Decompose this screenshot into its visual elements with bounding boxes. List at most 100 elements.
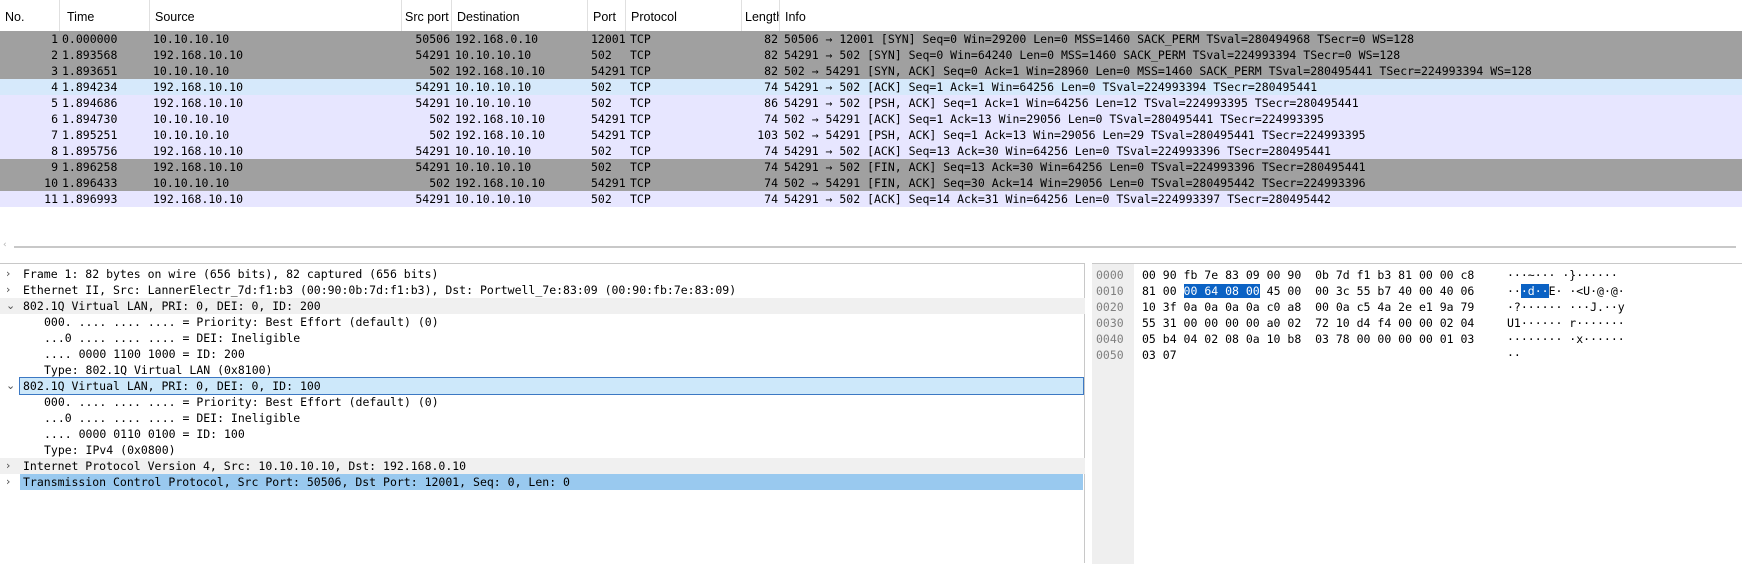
tree-item[interactable]: 000. .... .... .... = Priority: Best Eff… xyxy=(0,314,1085,330)
cell-time: 0.000000 xyxy=(62,32,118,46)
cell-destination: 10.10.10.10 xyxy=(455,80,532,94)
packet-row[interactable]: 4 1.894234 192.168.10.10 54291 10.10.10.10 50… xyxy=(0,79,1742,95)
tree-item[interactable]: ...0 .... .... .... = DEI: Ineligible xyxy=(0,330,1085,346)
cell-src-port: 54291 xyxy=(415,160,450,174)
packet-row[interactable]: 3 1.893651 10.10.10.10 502 192.168.10.10 5429… xyxy=(0,63,1742,79)
cell-source: 10.10.10.10 xyxy=(153,64,230,78)
tree-item[interactable]: › Ethernet II, Src: LannerElectr_7d:f1:b3… xyxy=(0,282,1085,298)
cell-time: 1.893568 xyxy=(62,48,118,62)
cell-time: 1.893651 xyxy=(62,64,118,78)
cell-length: 74 xyxy=(764,144,778,158)
tree-item[interactable]: › Frame 1: 82 bytes on wire (656 bits), 8… xyxy=(0,266,1085,282)
cell-no: 6 xyxy=(51,112,58,126)
col-header-info[interactable]: Info xyxy=(780,0,1742,31)
hex-bytes[interactable]: 03 07 xyxy=(1142,347,1177,363)
tree-item[interactable]: .... 0000 1100 1000 = ID: 200 xyxy=(0,346,1085,362)
packet-row[interactable]: 11 1.896993 192.168.10.10 54291 10.10.10.10 5… xyxy=(0,191,1742,207)
chevron-right-icon[interactable]: › xyxy=(6,266,18,282)
tree-item-label: 802.1Q Virtual LAN, PRI: 0, DEI: 0, ID: … xyxy=(23,299,321,313)
col-header-source[interactable]: Source xyxy=(150,0,402,31)
scroll-left-icon[interactable]: ‹ xyxy=(3,240,7,250)
col-header-no[interactable]: No. xyxy=(0,0,60,31)
tree-item[interactable]: ⌄ 802.1Q Virtual LAN, PRI: 0, DEI: 0, ID:… xyxy=(6,377,1084,395)
scroll-track[interactable] xyxy=(14,246,1736,248)
cell-protocol: TCP xyxy=(630,96,651,110)
bytes-line: 0040 05 b4 04 02 08 0a 10 b8 03 78 00 00 … xyxy=(1092,331,1742,347)
packet-row[interactable]: 8 1.895756 192.168.10.10 54291 10.10.10.10 50… xyxy=(0,143,1742,159)
tree-item-label: ...0 .... .... .... = DEI: Ineligible xyxy=(44,411,301,425)
cell-length: 74 xyxy=(764,160,778,174)
cell-time: 1.894234 xyxy=(62,80,118,94)
tree-item[interactable]: ...0 .... .... .... = DEI: Ineligible xyxy=(0,410,1085,426)
col-header-destination[interactable]: Destination xyxy=(452,0,588,31)
tree-item[interactable]: 000. .... .... .... = Priority: Best Eff… xyxy=(0,394,1085,410)
packet-row[interactable]: 2 1.893568 192.168.10.10 54291 10.10.10.10 50… xyxy=(0,47,1742,63)
ascii-bytes[interactable]: ·· xyxy=(1507,347,1521,363)
ascii-bytes[interactable]: ·?······ ···J.··y xyxy=(1507,299,1625,315)
cell-protocol: TCP xyxy=(630,112,651,126)
tree-item[interactable]: .... 0000 0110 0100 = ID: 100 xyxy=(0,426,1085,442)
ascii-text: E· ·<U·@·@· xyxy=(1548,284,1625,298)
packet-details-tree: › Frame 1: 82 bytes on wire (656 bits), 8… xyxy=(0,263,1085,563)
tree-item[interactable]: › Internet Protocol Version 4, Src: 10.10… xyxy=(0,458,1085,474)
cell-source: 10.10.10.10 xyxy=(153,112,230,126)
cell-length: 74 xyxy=(764,112,778,126)
packet-row[interactable]: 7 1.895251 10.10.10.10 502 192.168.10.10 5429… xyxy=(0,127,1742,143)
col-header-protocol[interactable]: Protocol xyxy=(626,0,742,31)
packet-row[interactable]: 10 1.896433 10.10.10.10 502 192.168.10.10 542… xyxy=(0,175,1742,191)
hex-bytes[interactable]: 55 31 00 00 00 00 a0 02 72 10 d4 f4 00 0… xyxy=(1142,315,1474,331)
ascii-highlight[interactable]: ·d·· xyxy=(1520,284,1549,298)
packet-row[interactable]: 6 1.894730 10.10.10.10 502 192.168.10.10 5429… xyxy=(0,111,1742,127)
ascii-bytes[interactable]: ···~··· ·}······ xyxy=(1507,267,1618,283)
ascii-bytes[interactable]: U1······ r······· xyxy=(1507,315,1625,331)
cell-source: 192.168.10.10 xyxy=(153,192,244,206)
hex-highlight[interactable]: 00 64 08 00 xyxy=(1183,284,1260,298)
hex-text: 81 00 xyxy=(1142,284,1184,298)
cell-port: 502 xyxy=(591,192,612,206)
tree-item-label: Transmission Control Protocol, Src Port:… xyxy=(23,475,570,489)
cell-length: 86 xyxy=(764,96,778,110)
hex-bytes[interactable]: 00 90 fb 7e 83 09 00 90 0b 7d f1 b3 81 0… xyxy=(1142,267,1474,283)
cell-protocol: TCP xyxy=(630,128,651,142)
hex-bytes[interactable]: 10 3f 0a 0a 0a 0a c0 a8 00 0a c5 4a 2e e… xyxy=(1142,299,1474,315)
col-header-port[interactable]: Port xyxy=(588,0,626,31)
tree-item[interactable]: Type: IPv4 (0x0800) xyxy=(0,442,1085,458)
hex-bytes[interactable]: 05 b4 04 02 08 0a 10 b8 03 78 00 00 00 0… xyxy=(1142,331,1474,347)
hex-bytes[interactable]: 81 00 00 64 08 00 45 00 00 3c 55 b7 40 0… xyxy=(1142,283,1474,299)
chevron-down-icon[interactable]: ⌄ xyxy=(6,298,18,314)
packet-row[interactable]: 1 0.000000 10.10.10.10 50506 192.168.0.10 120… xyxy=(0,31,1742,47)
chevron-right-icon[interactable]: › xyxy=(6,474,18,490)
packet-row[interactable]: 9 1.896258 192.168.10.10 54291 10.10.10.10 50… xyxy=(0,159,1742,175)
cell-source: 10.10.10.10 xyxy=(153,32,230,46)
horizontal-scrollbar[interactable]: ‹ xyxy=(0,240,1742,254)
cell-time: 1.895251 xyxy=(62,128,118,142)
cell-info: 502 → 54291 [ACK] Seq=1 Ack=13 Win=29056… xyxy=(784,112,1325,126)
byte-offset: 0010 xyxy=(1096,284,1124,298)
chevron-right-icon[interactable]: › xyxy=(6,458,18,474)
packet-row[interactable]: 5 1.894686 192.168.10.10 54291 10.10.10.10 50… xyxy=(0,95,1742,111)
hex-text: 00 90 fb 7e 83 09 00 90 0b 7d f1 b3 81 0… xyxy=(1142,268,1475,282)
tree-item[interactable]: Type: 802.1Q Virtual LAN (0x8100) xyxy=(0,362,1085,378)
cell-info: 54291 → 502 [ACK] Seq=14 Ack=31 Win=6425… xyxy=(784,192,1331,206)
tree-item[interactable]: ⌄ 802.1Q Virtual LAN, PRI: 0, DEI: 0, ID:… xyxy=(0,298,1085,314)
col-header-time[interactable]: Time xyxy=(62,0,150,31)
cell-source: 192.168.10.10 xyxy=(153,48,244,62)
pane-splitter[interactable] xyxy=(1085,263,1092,563)
cell-protocol: TCP xyxy=(630,144,651,158)
col-header-length[interactable]: Length xyxy=(740,0,780,31)
cell-protocol: TCP xyxy=(630,48,651,62)
tree-item-label: Type: 802.1Q Virtual LAN (0x8100) xyxy=(44,363,273,377)
cell-info: 502 → 54291 [PSH, ACK] Seq=1 Ack=13 Win=… xyxy=(784,128,1366,142)
tree-item[interactable]: › Transmission Control Protocol, Src Port… xyxy=(6,474,1083,490)
hex-text: 03 07 xyxy=(1142,348,1177,362)
chevron-down-icon[interactable]: ⌄ xyxy=(6,378,18,394)
col-header-src-port[interactable]: Src port xyxy=(400,0,452,31)
tree-item-label: 802.1Q Virtual LAN, PRI: 0, DEI: 0, ID: … xyxy=(23,379,321,393)
cell-port: 502 xyxy=(591,144,612,158)
ascii-bytes[interactable]: ········ ·x······ xyxy=(1507,331,1625,347)
ascii-bytes[interactable]: ···d··E· ·<U·@·@· xyxy=(1507,283,1625,299)
cell-port: 502 xyxy=(591,48,612,62)
ascii-text: ········ ·x······ xyxy=(1507,332,1625,346)
chevron-right-icon[interactable]: › xyxy=(6,282,18,298)
packet-list: No. Time Source Src port Destination Por… xyxy=(0,0,1742,250)
